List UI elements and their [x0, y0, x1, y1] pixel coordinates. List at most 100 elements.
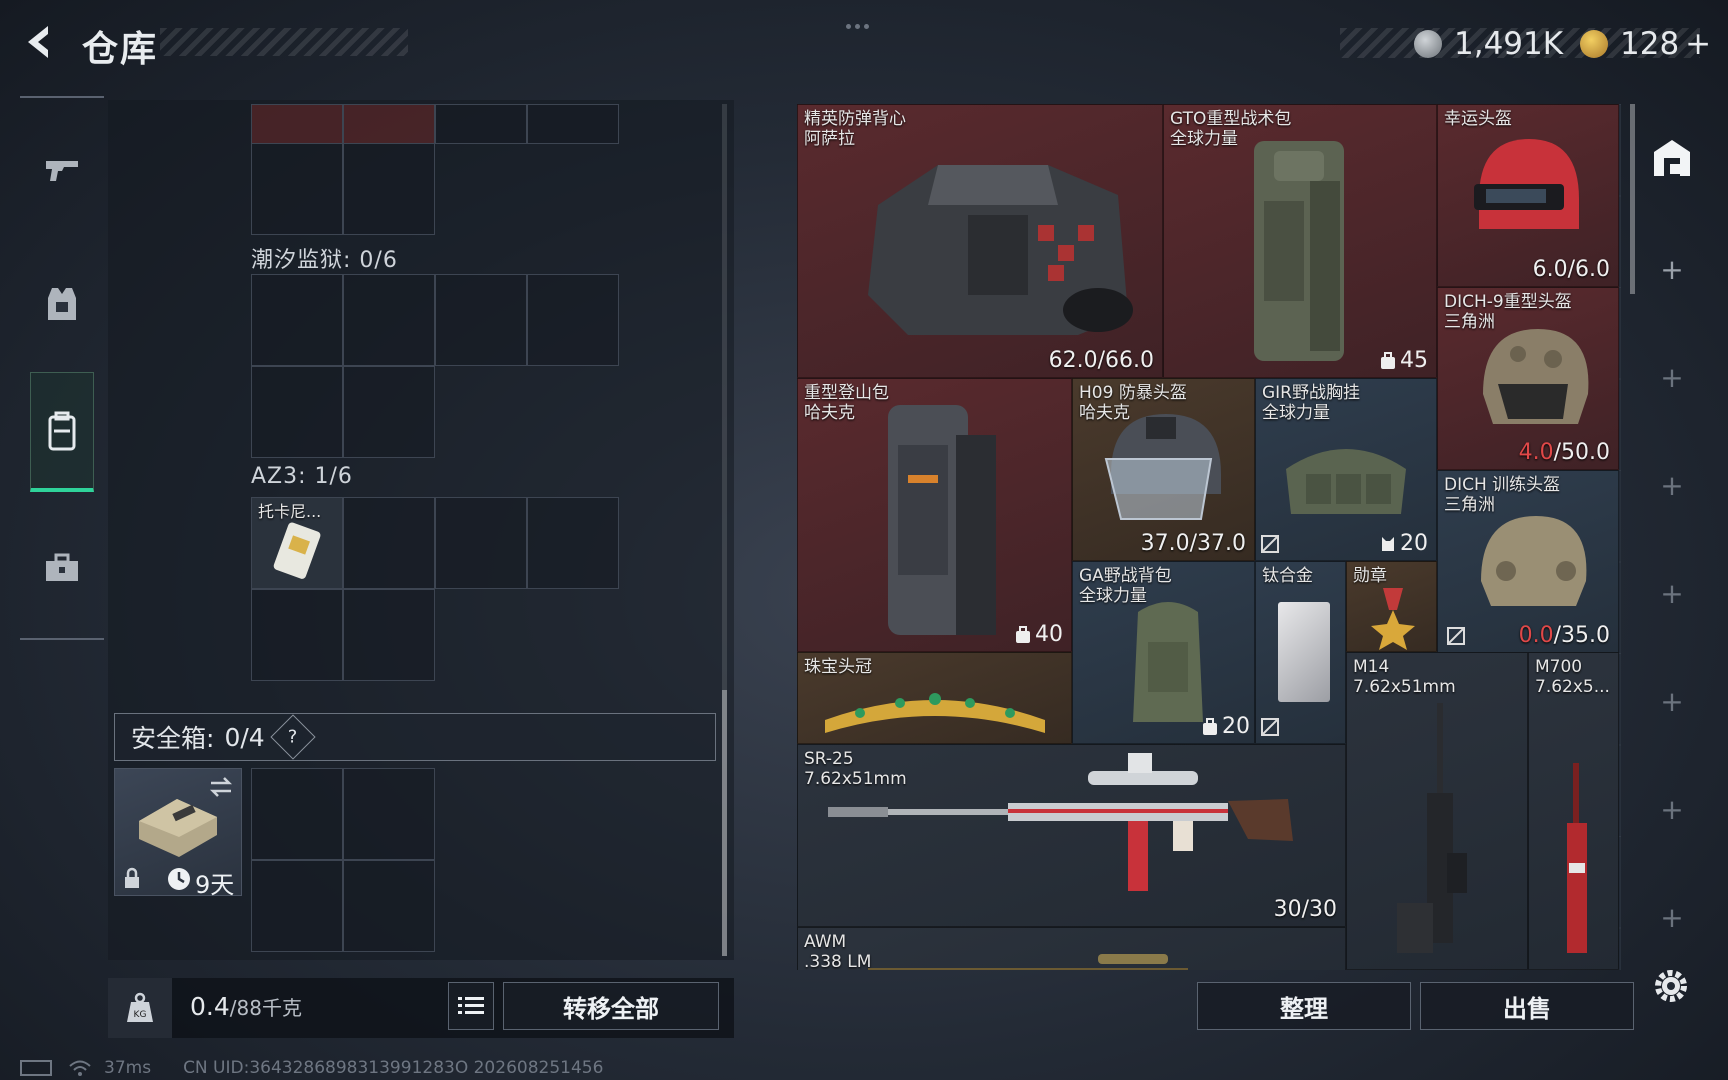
uid: CN UID:3643286898313991283O 202608251456: [183, 1058, 604, 1078]
capacity-icon: [1016, 625, 1030, 643]
slot[interactable]: [527, 104, 619, 144]
help-icon[interactable]: ?: [270, 714, 316, 760]
sell-button[interactable]: 出售: [1420, 982, 1634, 1030]
slot[interactable]: [251, 143, 343, 235]
slot[interactable]: [251, 104, 343, 144]
item-titanium[interactable]: 钛合金: [1255, 561, 1346, 744]
item-h09-helmet[interactable]: H09 防暴头盔 哈夫克 37.0/37.0: [1072, 378, 1255, 561]
slot[interactable]: [343, 366, 435, 458]
item-medal[interactable]: 勋章: [1346, 561, 1437, 652]
safe-case-slot[interactable]: 9天: [114, 768, 242, 899]
no-insurance-icon: [1447, 627, 1465, 645]
item-awm[interactable]: AWM .338 LM: [797, 927, 1346, 970]
device-icon: [20, 1060, 52, 1076]
settings-button[interactable]: [1651, 966, 1691, 1006]
slot[interactable]: [435, 497, 527, 589]
durability: 0.0/35.0: [1518, 623, 1610, 648]
slot[interactable]: [343, 104, 435, 144]
add-tab-icon[interactable]: +: [1658, 904, 1686, 932]
slot[interactable]: [435, 274, 527, 366]
helmet-image: [1483, 329, 1589, 424]
safe-case-icon: [139, 799, 217, 857]
list-icon: [458, 997, 484, 1014]
item-name: M700 7.62x5...: [1535, 657, 1610, 697]
az3-item[interactable]: 托卡尼...: [251, 497, 343, 589]
add-tab-icon[interactable]: +: [1658, 580, 1686, 608]
weight-display: 0.4/88千克: [190, 992, 302, 1021]
slot[interactable]: [343, 143, 435, 235]
durability: 62.0/66.0: [1048, 348, 1154, 373]
warehouse-icon: [1654, 140, 1690, 176]
item-name: AWM .338 LM: [804, 932, 872, 970]
swap-icon[interactable]: [207, 775, 235, 799]
gold-currency[interactable]: 128 +: [1580, 24, 1711, 64]
slot[interactable]: [527, 274, 619, 366]
container-scroll-thumb[interactable]: [722, 690, 727, 956]
chest-rig-image: [1286, 449, 1406, 514]
safe-box-count: 0/4: [224, 722, 265, 752]
add-tab-icon[interactable]: +: [1658, 256, 1686, 284]
slot[interactable]: [343, 589, 435, 681]
slot[interactable]: [251, 768, 343, 860]
status-bar: 37ms CN UID:3643286898313991283O 2026082…: [20, 1058, 603, 1078]
slot[interactable]: [527, 497, 619, 589]
item-gir-rig[interactable]: GIR野战胸挂 全球力量 20: [1255, 378, 1437, 561]
nav-backpacks[interactable]: [30, 372, 94, 492]
rifle-image: [1397, 703, 1467, 953]
back-button[interactable]: [20, 22, 64, 66]
item-m700[interactable]: M700 7.62x5...: [1528, 652, 1619, 970]
sort-button[interactable]: 整理: [1197, 982, 1411, 1030]
slot[interactable]: [343, 860, 435, 952]
silver-coin-icon: [1414, 30, 1442, 58]
capacity: 20: [1380, 531, 1428, 556]
item-mountain-bag[interactable]: 重型登山包 哈夫克 40: [797, 378, 1072, 652]
add-tab-icon[interactable]: +: [1658, 796, 1686, 824]
item-sr25[interactable]: SR-25 7.62x51mm 30/30: [797, 744, 1346, 927]
add-tab-icon[interactable]: +: [1658, 472, 1686, 500]
item-ga-bag[interactable]: GA野战背包 全球力量 20: [1072, 561, 1255, 744]
page-title: 仓库: [82, 29, 159, 70]
item-elite-vest[interactable]: 精英防弹背心 阿萨拉 62.0/66.0: [797, 104, 1163, 378]
inventory-scroll-thumb[interactable]: [1630, 104, 1635, 294]
list-view-button[interactable]: [448, 982, 494, 1030]
briefcase-icon: [46, 553, 78, 581]
durability: 4.0/50.0: [1518, 440, 1610, 465]
item-m14[interactable]: M14 7.62x51mm: [1346, 652, 1528, 970]
transfer-all-button[interactable]: 转移全部: [503, 982, 719, 1030]
vest-image: [868, 165, 1133, 335]
rifle-image: [828, 753, 1293, 891]
no-insurance-icon: [1261, 718, 1279, 736]
inventory-page-tabs: + + + + + + +: [1640, 104, 1704, 970]
no-insurance-icon: [1261, 535, 1279, 553]
slot[interactable]: [251, 860, 343, 952]
weight-icon: KG: [127, 992, 153, 1022]
drag-handle: [846, 14, 880, 29]
slot[interactable]: [251, 274, 343, 366]
gear-icon: [1655, 970, 1687, 1002]
add-tab-icon[interactable]: +: [1658, 688, 1686, 716]
nav-armor[interactable]: [30, 244, 94, 364]
backpack-image: [888, 405, 996, 635]
item-gto-bag[interactable]: GTO重型战术包 全球力量 45: [1163, 104, 1437, 378]
item-jewel-crown[interactable]: 珠宝头冠: [797, 652, 1072, 744]
slot[interactable]: [435, 104, 527, 144]
slot[interactable]: [343, 497, 435, 589]
silver-currency[interactable]: 1,491K: [1414, 24, 1563, 64]
slot[interactable]: [343, 768, 435, 860]
card-icon: [273, 522, 321, 579]
item-name: 勋章: [1353, 566, 1387, 586]
clock-icon: [168, 868, 190, 890]
add-tab-icon[interactable]: +: [1658, 364, 1686, 392]
helmet-image: [1104, 414, 1221, 520]
slot[interactable]: [251, 366, 343, 458]
item-dich-training-helmet[interactable]: DICH 训练头盔 三角洲 0.0/35.0: [1437, 470, 1619, 653]
item-lucky-helmet[interactable]: 幸运头盔 6.0/6.0: [1437, 104, 1619, 287]
warehouse-tab[interactable]: [1650, 136, 1694, 180]
slot[interactable]: [251, 589, 343, 681]
tide-prison-label: 潮汐监狱: 0/6: [251, 248, 398, 273]
nav-cases[interactable]: [30, 508, 94, 628]
slot[interactable]: [343, 274, 435, 366]
nav-weapons[interactable]: [30, 110, 94, 230]
item-dich9-helmet[interactable]: DICH-9重型头盔 三角洲 4.0/50.0: [1437, 287, 1619, 470]
add-gold-button[interactable]: +: [1685, 26, 1711, 62]
